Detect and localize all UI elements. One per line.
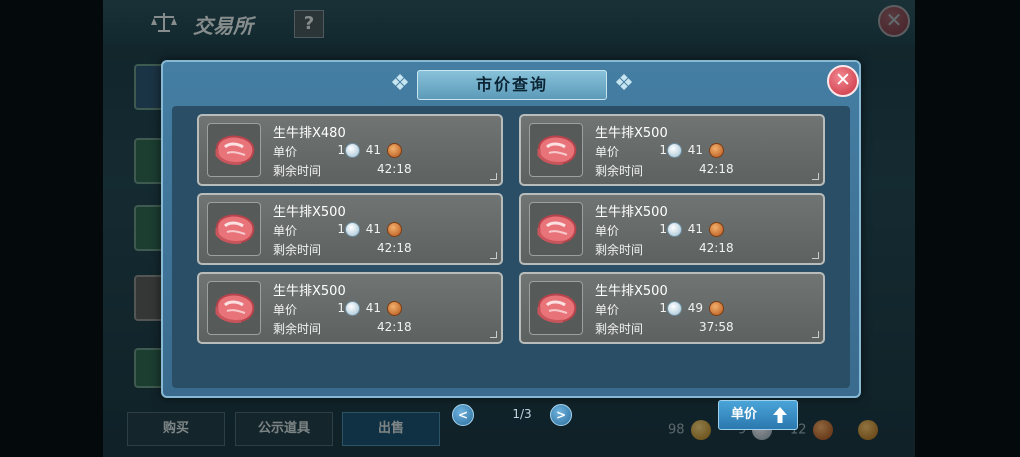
dialog-title: 市价查询 — [417, 70, 607, 100]
listing-card[interactable]: 生牛排X500 单价 1 41 剩余时间 42:18 — [197, 193, 503, 265]
raw-steak-icon — [207, 123, 261, 177]
price-gold: 1 — [659, 301, 667, 315]
listing-card[interactable]: 生牛排X500 单价 1 41 剩余时间 42:18 — [197, 272, 503, 344]
price-copper: 41 — [365, 301, 381, 315]
listing-card[interactable]: 生牛排X500 单价 1 49 剩余时间 37:58 — [519, 272, 825, 344]
unit-price-label: 单价 — [595, 145, 620, 159]
unit-price-label: 单价 — [595, 224, 620, 238]
sort-by-price-button[interactable]: 单价 — [718, 400, 798, 430]
time-remaining-label: 剩余时间 — [595, 322, 644, 336]
listing-card[interactable]: 生牛排X480 单价 1 41 剩余时间 42:18 — [197, 114, 503, 186]
price-copper: 41 — [365, 222, 381, 236]
price-copper: 49 — [687, 301, 703, 315]
item-name: 生牛排X500 — [595, 205, 668, 220]
price-copper: 41 — [365, 143, 381, 157]
close-button[interactable]: ✕ — [827, 65, 859, 97]
silver-coin-icon — [345, 301, 360, 316]
item-name: 生牛排X480 — [273, 126, 346, 141]
copper-coin-icon — [387, 222, 402, 237]
time-remaining-value: 42:18 — [699, 241, 734, 255]
listing-card[interactable]: 生牛排X500 单价 1 41 剩余时间 42:18 — [519, 114, 825, 186]
listing-panel: 生牛排X480 单价 1 41 剩余时间 42:18 生牛排X500 单价 1 … — [172, 106, 850, 430]
price-gold: 1 — [337, 301, 345, 315]
time-remaining-value: 42:18 — [377, 162, 412, 176]
time-remaining-label: 剩余时间 — [595, 164, 644, 178]
price-gold: 1 — [337, 143, 345, 157]
silver-coin-icon — [667, 222, 682, 237]
time-remaining-label: 剩余时间 — [273, 164, 322, 178]
unit-price-label: 单价 — [273, 145, 298, 159]
raw-steak-icon — [529, 123, 583, 177]
price-copper: 41 — [687, 143, 703, 157]
item-name: 生牛排X500 — [273, 284, 346, 299]
next-page-button[interactable]: > — [550, 404, 572, 426]
unit-price-label: 单价 — [273, 303, 298, 317]
copper-coin-icon — [387, 301, 402, 316]
time-remaining-value: 37:58 — [699, 320, 734, 334]
prev-page-button[interactable]: < — [452, 404, 474, 426]
raw-steak-icon — [529, 202, 583, 256]
copper-coin-icon — [387, 143, 402, 158]
listing-card[interactable]: 生牛排X500 单价 1 41 剩余时间 42:18 — [519, 193, 825, 265]
raw-steak-icon — [529, 281, 583, 335]
item-name: 生牛排X500 — [595, 126, 668, 141]
time-remaining-value: 42:18 — [377, 320, 412, 334]
unit-price-label: 单价 — [273, 224, 298, 238]
silver-coin-icon — [667, 143, 682, 158]
time-remaining-label: 剩余时间 — [595, 243, 644, 257]
price-gold: 1 — [659, 143, 667, 157]
unit-price-label: 单价 — [595, 303, 620, 317]
copper-coin-icon — [709, 222, 724, 237]
silver-coin-icon — [345, 222, 360, 237]
market-price-dialog: ❖ 市价查询 ❖ ✕ 生牛排X480 单价 1 41 剩余时间 42:18 生牛… — [161, 60, 861, 430]
copper-coin-icon — [709, 143, 724, 158]
time-remaining-label: 剩余时间 — [273, 243, 322, 257]
time-remaining-value: 42:18 — [377, 241, 412, 255]
title-ornament-left-icon: ❖ — [390, 71, 410, 96]
time-remaining-value: 42:18 — [699, 162, 734, 176]
copper-coin-icon — [709, 301, 724, 316]
page-indicator: 1/3 — [512, 407, 532, 421]
price-gold: 1 — [337, 222, 345, 236]
silver-coin-icon — [667, 301, 682, 316]
raw-steak-icon — [207, 281, 261, 335]
sort-arrow-up-icon — [773, 407, 787, 423]
price-copper: 41 — [687, 222, 703, 236]
item-name: 生牛排X500 — [595, 284, 668, 299]
title-ornament-right-icon: ❖ — [614, 71, 634, 96]
silver-coin-icon — [345, 143, 360, 158]
item-name: 生牛排X500 — [273, 205, 346, 220]
price-gold: 1 — [659, 222, 667, 236]
raw-steak-icon — [207, 202, 261, 256]
time-remaining-label: 剩余时间 — [273, 322, 322, 336]
sort-button-label: 单价 — [731, 407, 758, 422]
